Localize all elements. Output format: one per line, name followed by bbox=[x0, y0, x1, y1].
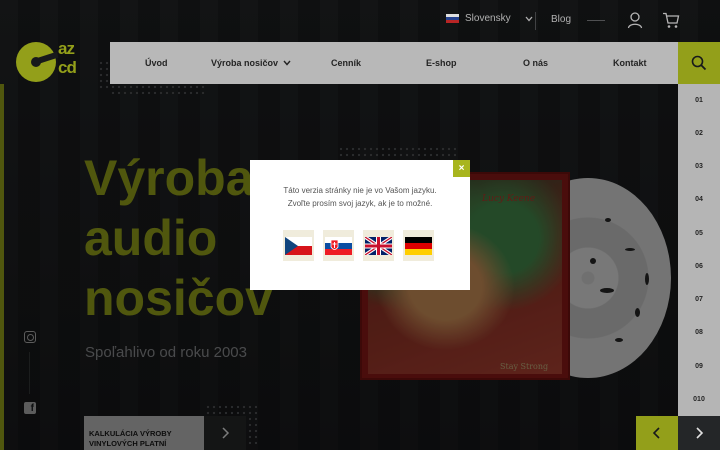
language-option-english[interactable] bbox=[363, 230, 394, 261]
czech-flag-icon bbox=[285, 236, 312, 255]
language-flag-list bbox=[283, 230, 438, 262]
german-flag-icon bbox=[405, 236, 432, 255]
language-modal: Táto verzia stránky nie je vo Vašom jazy… bbox=[250, 160, 470, 290]
modal-message: Táto verzia stránky nie je vo Vašom jazy… bbox=[258, 184, 462, 210]
language-option-czech[interactable] bbox=[283, 230, 314, 261]
uk-flag-icon bbox=[365, 236, 392, 255]
modal-message-line1: Táto verzia stránky nie je vo Vašom jazy… bbox=[283, 186, 437, 195]
modal-message-line2: Zvoľte prosím svoj jazyk, ak je to možné… bbox=[287, 199, 433, 208]
language-option-german[interactable] bbox=[403, 230, 434, 261]
modal-close-button[interactable]: × bbox=[453, 160, 470, 177]
language-option-slovak[interactable] bbox=[323, 230, 354, 261]
slovak-flag-icon bbox=[325, 236, 352, 255]
